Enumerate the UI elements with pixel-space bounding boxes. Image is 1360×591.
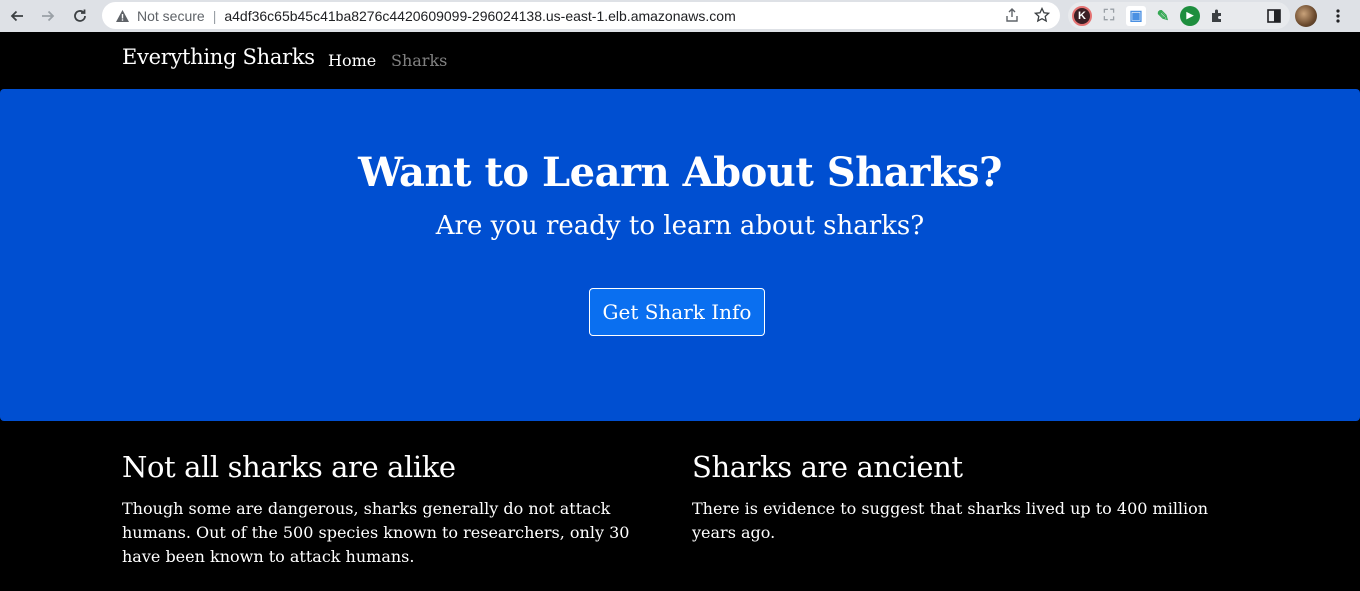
k-extension-icon[interactable]: K — [1072, 5, 1092, 26]
brand-link[interactable]: Everything Sharks — [122, 45, 315, 69]
url-text[interactable]: a4df36c65b45c41ba8276c4420609099-2960241… — [224, 8, 735, 24]
forward-icon[interactable] — [34, 2, 62, 30]
column-heading: Not all sharks are alike — [122, 450, 456, 484]
browser-toolbar: Not secure | a4df36c65b45c41ba8276c44206… — [0, 0, 1360, 32]
nav-sharks-link[interactable]: Sharks — [391, 51, 447, 70]
back-icon[interactable] — [3, 2, 31, 30]
pen-extension-icon[interactable]: ✎ — [1153, 6, 1173, 26]
omnibox-divider: | — [212, 7, 217, 24]
get-shark-info-button[interactable]: Get Shark Info — [589, 288, 765, 336]
column-body: Though some are dangerous, sharks genera… — [122, 499, 630, 566]
info-column-right: Sharks are ancient There is evidence to … — [692, 450, 1232, 545]
side-panel-icon[interactable] — [1262, 4, 1286, 28]
column-heading: Sharks are ancient — [692, 450, 963, 484]
reload-icon[interactable] — [66, 2, 94, 30]
warning-icon[interactable] — [114, 8, 130, 24]
hero-title: Want to Learn About Sharks? — [358, 149, 1002, 196]
site-navbar: Everything Sharks Home Sharks — [0, 32, 1360, 89]
hero-subtitle: Are you ready to learn about sharks? — [435, 211, 925, 241]
nav-home-link[interactable]: Home — [328, 51, 376, 70]
play-extension-icon[interactable]: ▶ — [1180, 5, 1200, 26]
info-column-left: Not all sharks are alike Though some are… — [122, 450, 662, 569]
extensions-group: K ⛶ ▣ ✎ ▶ — [1068, 2, 1290, 29]
share-icon[interactable] — [1002, 5, 1022, 25]
screenshot-extension-icon[interactable]: ⛶ — [1099, 6, 1119, 26]
column-body: There is evidence to suggest that sharks… — [692, 499, 1209, 542]
security-label[interactable]: Not secure — [137, 8, 205, 24]
image-extension-icon[interactable]: ▣ — [1126, 5, 1146, 26]
profile-avatar[interactable] — [1294, 4, 1318, 28]
address-bar[interactable]: Not secure | a4df36c65b45c41ba8276c44206… — [102, 2, 1060, 29]
star-icon[interactable] — [1032, 5, 1052, 25]
hero-jumbotron: Want to Learn About Sharks? Are you read… — [0, 89, 1360, 421]
extensions-icon[interactable] — [1207, 6, 1227, 26]
menu-icon[interactable] — [1326, 4, 1350, 28]
